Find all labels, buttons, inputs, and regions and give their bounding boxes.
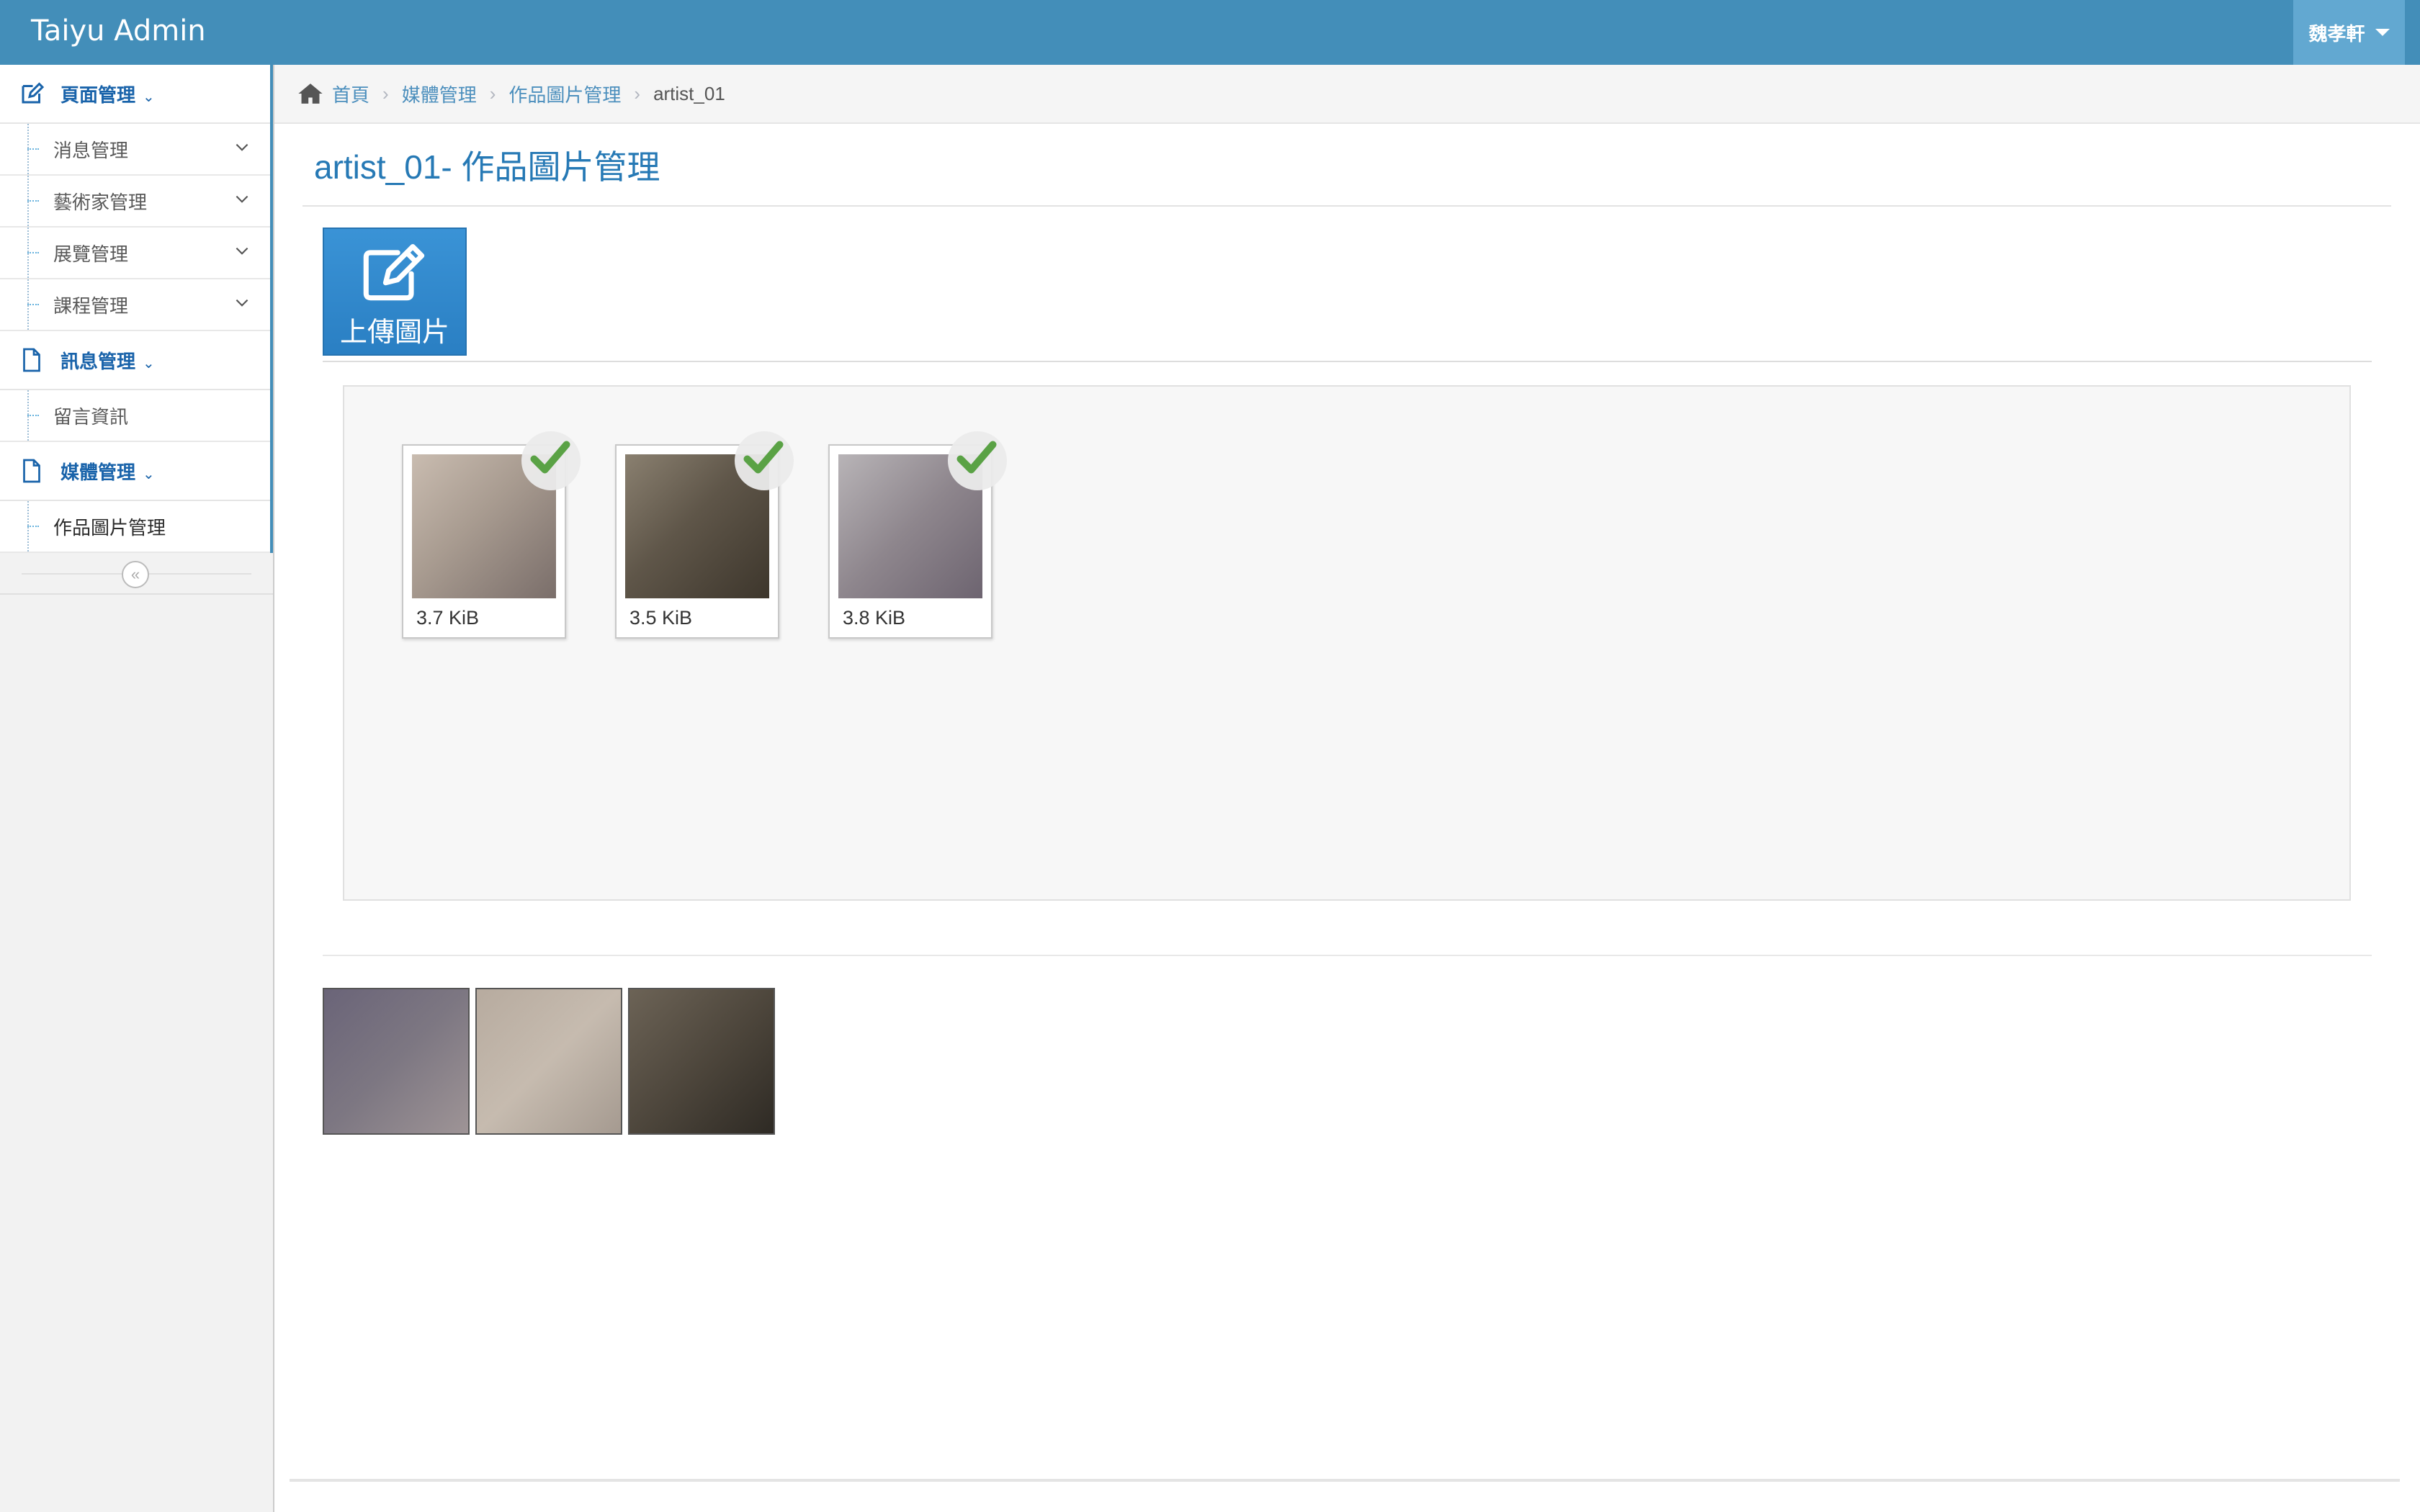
file-size: 3.7 KiB: [416, 607, 480, 629]
breadcrumb-works-link[interactable]: 作品圖片管理: [508, 81, 621, 107]
success-check-icon: [948, 431, 1007, 490]
image-gallery: [323, 988, 775, 1135]
breadcrumb: 首頁 › 媒體管理 › 作品圖片管理 › artist_01: [274, 65, 2420, 124]
image-preview[interactable]: 3.8 KiB: [828, 431, 1007, 639]
footer-divider: [290, 1479, 2400, 1482]
chevron-down-icon: [236, 299, 248, 307]
sidebar-group-messages[interactable]: 訊息管理 ⌄: [0, 331, 270, 390]
double-angle-left-icon: «: [130, 565, 140, 583]
sidebar-group-media[interactable]: 媒體管理 ⌄: [0, 442, 270, 501]
chevron-down-icon: [236, 143, 248, 151]
file-size: 3.8 KiB: [843, 607, 906, 629]
sidebar-group-pages[interactable]: 頁面管理 ⌄: [0, 65, 270, 124]
chevron-down-icon: [236, 247, 248, 255]
sidebar-group-label: 訊息管理: [60, 350, 136, 372]
success-check-icon: [521, 431, 581, 490]
caret-down-icon: [2375, 29, 2390, 36]
sidebar-item-label: 藝術家管理: [53, 191, 148, 213]
user-menu[interactable]: 魏孝軒: [2293, 0, 2405, 65]
brand-title[interactable]: Taiyu Admin: [31, 0, 206, 65]
chevron-down-icon: ⌄: [143, 355, 155, 372]
gallery-thumbnail[interactable]: [323, 988, 470, 1135]
divider: [323, 361, 2372, 362]
sidebar-item-label: 留言資訊: [53, 405, 129, 428]
breadcrumb-media-link[interactable]: 媒體管理: [402, 81, 477, 107]
home-icon: [298, 84, 323, 104]
user-name: 魏孝軒: [2308, 22, 2365, 45]
upload-dropzone[interactable]: 3.7 KiB 3.5 KiB 3.8 KiB: [343, 385, 2351, 901]
success-check-icon: [735, 431, 794, 490]
sidebar-item-courses[interactable]: 課程管理: [0, 279, 270, 331]
file-size: 3.5 KiB: [629, 607, 693, 629]
breadcrumb-home-link[interactable]: 首頁: [332, 81, 369, 107]
breadcrumb-separator-icon: ›: [634, 82, 641, 104]
chevron-down-icon: ⌄: [143, 89, 155, 105]
sidebar-item-comments[interactable]: 留言資訊: [0, 390, 270, 442]
sidebar-item-label: 消息管理: [53, 139, 129, 161]
sidebar-item-label: 作品圖片管理: [53, 516, 166, 539]
sidebar-item-news[interactable]: 消息管理: [0, 124, 270, 176]
page-title: artist_01- 作品圖片管理: [314, 148, 660, 186]
sidebar-group-label: 媒體管理: [60, 461, 136, 483]
breadcrumb-current: artist_01: [653, 82, 725, 104]
upload-button-label: 上傳圖片: [339, 318, 449, 348]
edit-icon: [22, 82, 45, 104]
chevron-down-icon: ⌄: [143, 466, 155, 482]
breadcrumb-separator-icon: ›: [382, 82, 389, 104]
file-icon: [23, 348, 40, 372]
sidebar-item-artwork-images[interactable]: 作品圖片管理: [0, 501, 270, 553]
image-preview[interactable]: 3.5 KiB: [615, 431, 794, 639]
image-preview[interactable]: 3.7 KiB: [402, 431, 581, 639]
sidebar-item-artists[interactable]: 藝術家管理: [0, 176, 270, 228]
gallery-thumbnail[interactable]: [628, 988, 775, 1135]
sidebar-item-exhibitions[interactable]: 展覽管理: [0, 228, 270, 279]
sidebar: 頁面管理 ⌄ 消息管理 藝術家管理 展覽管理 課程管理 訊息管理 ⌄ 留言資訊 …: [0, 65, 274, 1512]
file-icon: [23, 459, 40, 483]
pencil-square-icon: [363, 243, 425, 301]
gallery-thumbnail[interactable]: [475, 988, 622, 1135]
sidebar-item-label: 展覽管理: [53, 243, 129, 265]
chevron-down-icon: [236, 195, 248, 203]
top-navbar: Taiyu Admin 魏孝軒: [0, 0, 2420, 65]
divider: [302, 205, 2391, 207]
collapse-sidebar-button[interactable]: «: [122, 561, 149, 588]
breadcrumb-separator-icon: ›: [489, 82, 496, 104]
sidebar-item-label: 課程管理: [53, 294, 129, 317]
sidebar-menu: 頁面管理 ⌄ 消息管理 藝術家管理 展覽管理 課程管理 訊息管理 ⌄ 留言資訊 …: [0, 65, 273, 553]
sidebar-collapse-bar: «: [0, 553, 273, 595]
divider: [323, 955, 2372, 956]
upload-image-button[interactable]: 上傳圖片: [323, 228, 467, 356]
sidebar-group-label: 頁面管理: [60, 84, 136, 106]
